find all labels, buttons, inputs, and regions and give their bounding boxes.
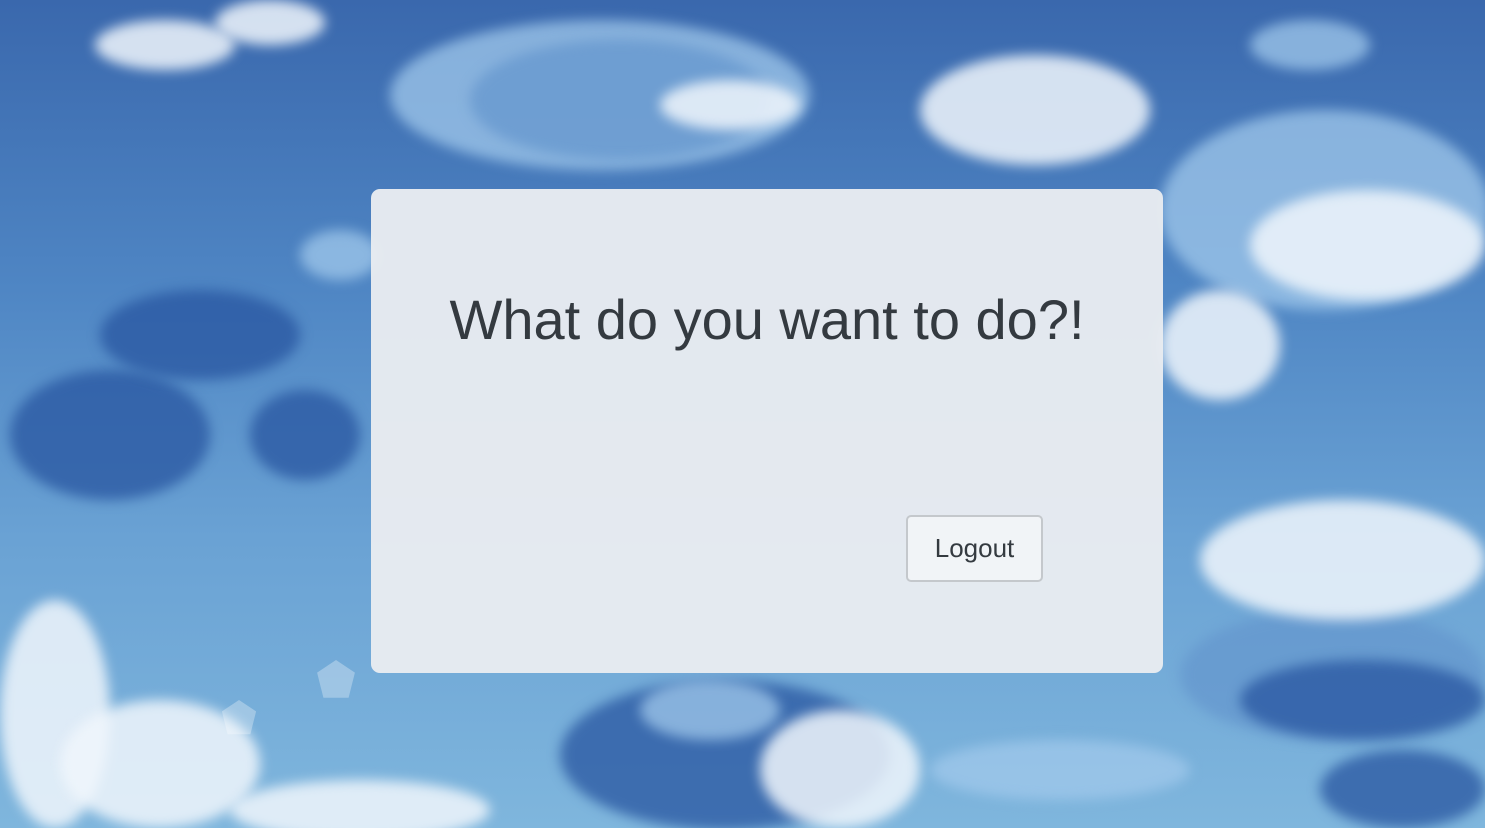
logout-button[interactable]: Logout — [906, 515, 1043, 582]
action-card: What do you want to do?! Logout — [371, 189, 1163, 673]
page-title: What do you want to do?! — [449, 288, 1085, 351]
